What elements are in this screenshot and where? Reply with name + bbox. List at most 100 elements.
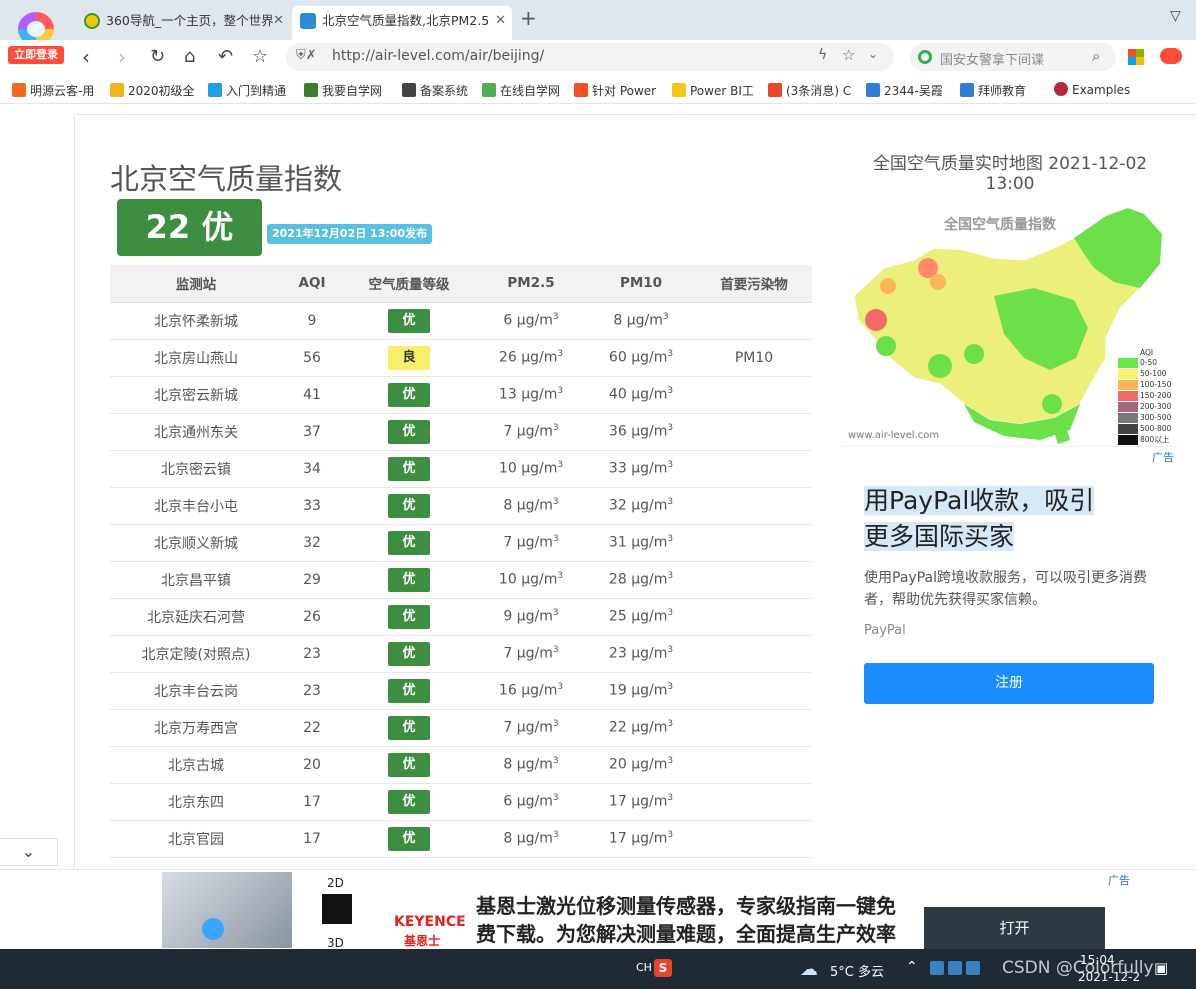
bookmark-favicon-icon — [672, 83, 686, 97]
level-badge: 优 — [388, 567, 430, 592]
level-badge: 优 — [388, 382, 430, 407]
bookmark-favicon-icon — [208, 83, 222, 97]
ime-indicator[interactable]: CH — [636, 961, 652, 974]
clock-date[interactable]: 2021-12-2 — [1078, 970, 1140, 984]
new-tab-plus-icon[interactable]: + — [520, 6, 537, 30]
legend-item: 500-800 — [1118, 424, 1180, 434]
forward-arrow-icon[interactable]: › — [118, 45, 126, 69]
primary-pollutant — [696, 598, 812, 636]
chevron-down-icon[interactable]: ⌄ — [868, 47, 878, 61]
bookmark-item[interactable]: Power BI工 — [672, 82, 754, 99]
publish-time-badge: 2021年12月02日 13:00发布 — [267, 224, 433, 244]
pm10-cell: 25 μg/m3 — [586, 598, 696, 636]
pm25-cell: 7 μg/m3 — [476, 524, 586, 562]
bookmark-item[interactable]: 入门到精通 — [208, 82, 286, 99]
table-row: 北京房山燕山 56 良 26 μg/m3 60 μg/m3 PM10 — [110, 339, 812, 377]
tray-app-icon[interactable] — [966, 961, 980, 975]
bookmark-item[interactable]: (3条消息) C — [768, 82, 851, 99]
pm10-value: 40 — [608, 386, 627, 403]
system-tray — [930, 961, 1010, 977]
legend-item: 0-50 — [1118, 358, 1180, 368]
ad-3d-label: 3D — [327, 936, 344, 950]
bookmark-item[interactable]: 针对 Power — [574, 82, 656, 99]
collapse-chevron-down-icon[interactable]: ⌄ — [0, 838, 58, 866]
unit-label: μg/m — [516, 830, 553, 847]
tab-360-nav[interactable]: 360导航_一个主页，整个世界 ✕ — [76, 6, 290, 40]
tray-app-icon[interactable] — [948, 961, 962, 975]
side-ad[interactable]: 广告 用PayPal收款，吸引 更多国际买家 使用PayPal跨境收款服务，可以… — [842, 446, 1178, 726]
clock-time[interactable]: 15:04 — [1080, 953, 1115, 967]
bookmark-item[interactable]: Examples — [1054, 82, 1130, 97]
bottom-ad[interactable]: 2D 3D KEYENCE 基恩士 基恩士激光位移测量传感器，专家级指南一键免费… — [0, 869, 1196, 950]
aqi-value: 23 — [282, 635, 342, 673]
ad-product-image[interactable] — [162, 872, 292, 948]
search-input[interactable]: 国安女警拿下间谍 — [940, 49, 1044, 68]
ad-headline[interactable]: 用PayPal收款，吸引 更多国际买家 — [864, 483, 1164, 555]
tab-air-level[interactable]: 北京空气质量指数,北京PM2.5 ✕ — [292, 6, 512, 40]
login-badge[interactable]: 立即登录 — [8, 46, 64, 64]
close-icon[interactable]: ✕ — [273, 6, 284, 36]
bookmark-star-icon[interactable]: ☆ — [252, 45, 268, 69]
unit-label: μg/m — [521, 386, 558, 403]
open-button[interactable]: 打开 — [924, 907, 1105, 950]
back-arrow-icon[interactable]: ‹ — [82, 45, 90, 69]
unit-label: μg/m — [516, 719, 553, 736]
cloud-favicon-icon — [300, 13, 316, 29]
pm25-value: 10 — [498, 460, 517, 477]
bookmark-item[interactable]: 拜师教育 — [960, 82, 1026, 99]
pm25-value: 7 — [503, 719, 513, 736]
ad-body: 使用PayPal跨境收款服务，可以吸引更多消费者，帮助优先获得买家信赖。 — [864, 570, 1147, 608]
legend-item: 200-300 — [1118, 402, 1180, 412]
sogou-ime-icon[interactable]: S — [654, 959, 672, 977]
shield-icon[interactable]: ⛨✗ — [296, 48, 317, 63]
unit-label: μg/m — [631, 719, 668, 736]
tab-list-icon[interactable]: ▽ — [1170, 8, 1181, 24]
level-cell: 优 — [342, 635, 476, 673]
cloud-weather-icon[interactable]: ☁ — [800, 959, 818, 980]
address-bar[interactable]: ⛨✗ http://air-level.com/air/beijing/ ϟ ☆… — [286, 43, 894, 71]
close-icon[interactable]: ✕ — [495, 6, 506, 36]
table-row: 北京定陵(对照点) 23 优 7 μg/m3 23 μg/m3 — [110, 635, 812, 673]
bookmark-item[interactable]: 在线自学网 — [482, 82, 560, 99]
aqi-value: 37 — [282, 413, 342, 451]
bookmark-item[interactable]: 2020初级全 — [110, 82, 195, 99]
address-text[interactable]: http://air-level.com/air/beijing/ — [332, 48, 544, 64]
chevron-up-icon[interactable]: ⌃ — [906, 959, 918, 975]
unit-label: μg/m — [521, 460, 558, 477]
gamepad-icon[interactable] — [1160, 48, 1182, 64]
pm10-value: 31 — [608, 534, 627, 551]
lightning-icon[interactable]: ϟ — [818, 47, 827, 63]
favorite-star-icon[interactable]: ☆ — [842, 46, 855, 64]
weather-text[interactable]: 5°C 多云 — [830, 961, 884, 980]
column-header: 首要污染物 — [696, 265, 812, 303]
level-cell: 优 — [342, 302, 476, 340]
pm10-value: 28 — [608, 571, 627, 588]
unit-label: μg/m — [516, 497, 553, 514]
bookmark-item[interactable]: 2344-吴霞 — [866, 82, 943, 99]
primary-pollutant — [696, 820, 812, 858]
home-icon[interactable]: ⌂ — [184, 45, 195, 69]
unit-label: μg/m — [516, 312, 553, 329]
ad-headline[interactable]: 基恩士激光位移测量传感器，专家级指南一键免费下载。为您解决测量难题，全面提高生产… — [476, 892, 896, 950]
notification-icon[interactable]: ▣ — [1154, 959, 1168, 977]
ad-tag[interactable]: 广告 — [1152, 449, 1174, 465]
primary-pollutant — [696, 561, 812, 599]
search-box[interactable]: 国安女警拿下间谍 ⌕ — [910, 43, 1116, 71]
apps-grid-icon[interactable] — [1128, 49, 1144, 65]
ad-tag[interactable]: 广告 — [1108, 872, 1130, 888]
map-hotspot — [880, 278, 896, 294]
legend-item: 150-200 — [1118, 391, 1180, 401]
column-header: PM10 — [586, 265, 696, 303]
undo-close-icon[interactable]: ↶ — [218, 45, 233, 69]
tray-app-icon[interactable] — [930, 961, 944, 975]
bookmark-item[interactable]: 我要自学网 — [304, 82, 382, 99]
pm25-value: 7 — [503, 534, 513, 551]
map-title: 全国空气质量实时地图 2021-12-02 13:00 — [872, 154, 1148, 194]
china-aqi-map[interactable]: 全国空气质量指数 www.air-level.com AQI 0-50 50-10… — [844, 207, 1184, 448]
search-icon[interactable]: ⌕ — [1092, 47, 1100, 65]
reload-icon[interactable]: ↻ — [150, 45, 165, 69]
register-button[interactable]: 注册 — [864, 663, 1154, 704]
bookmark-item[interactable]: 备案系统 — [402, 82, 468, 99]
pm25-cell: 7 μg/m3 — [476, 413, 586, 451]
bookmark-item[interactable]: 明源云客-用 — [12, 82, 94, 99]
